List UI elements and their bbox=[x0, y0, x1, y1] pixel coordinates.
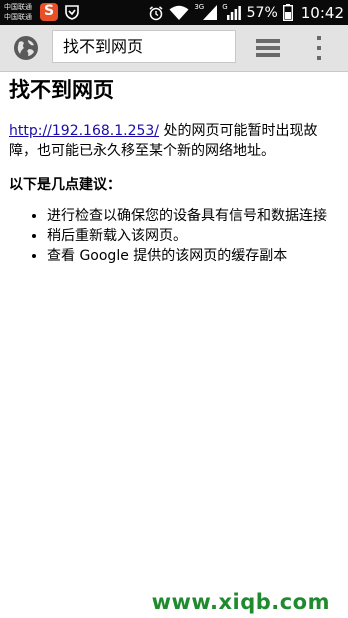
clock-time: 10:42 bbox=[300, 3, 344, 22]
url-input[interactable]: 找不到网页 bbox=[52, 30, 236, 63]
network-g-label: G bbox=[222, 2, 228, 11]
suggestion-item: 稍后重新载入该网页。 bbox=[47, 226, 339, 246]
status-bar: 中国联通 中国联通 S 3G G 57% 10:42 bbox=[0, 0, 348, 25]
app-notification-icon: S bbox=[40, 3, 58, 21]
failed-url-link[interactable]: http://192.168.1.253/ bbox=[9, 123, 159, 139]
page-title: 找不到网页 bbox=[9, 78, 114, 102]
suggestion-item: 查看 Google 提供的该网页的缓存副本 bbox=[47, 246, 339, 266]
battery-icon bbox=[282, 4, 293, 21]
carrier-2: 中国联通 bbox=[4, 13, 32, 21]
signal-icon-3g: 3G bbox=[194, 2, 218, 20]
tabs-stack-icon[interactable] bbox=[256, 38, 280, 58]
error-message: http://192.168.1.253/ 处的网页可能暂时出现故障，也可能已永… bbox=[9, 121, 339, 161]
watermark: www.xiqb.com bbox=[151, 590, 330, 614]
overflow-menu-icon[interactable] bbox=[314, 35, 324, 61]
network-3g-label: 3G bbox=[194, 2, 205, 11]
battery-percent: 57% bbox=[246, 4, 278, 21]
alarm-icon bbox=[148, 5, 164, 21]
globe-icon[interactable] bbox=[12, 34, 40, 62]
shield-notification-icon bbox=[63, 3, 81, 21]
browser-toolbar: 找不到网页 bbox=[0, 25, 348, 72]
wifi-icon bbox=[169, 5, 189, 21]
signal-icon-g: G bbox=[222, 2, 241, 20]
carrier-labels: 中国联通 中国联通 bbox=[4, 2, 32, 22]
suggestions-heading: 以下是几点建议： bbox=[9, 177, 121, 193]
suggestion-item: 进行检查以确保您的设备具有信号和数据连接 bbox=[47, 206, 339, 226]
suggestions-list: 进行检查以确保您的设备具有信号和数据连接 稍后重新载入该网页。 查看 Googl… bbox=[9, 206, 339, 266]
error-page-content: 找不到网页 http://192.168.1.253/ 处的网页可能暂时出现故障… bbox=[9, 76, 339, 266]
carrier-1: 中国联通 bbox=[4, 3, 32, 11]
